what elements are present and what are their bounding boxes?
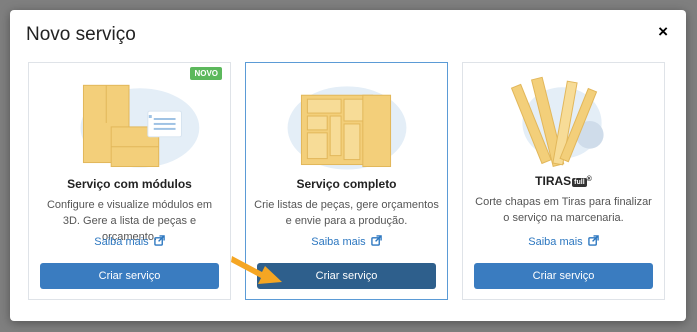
card-title: Serviço completo <box>296 177 397 191</box>
tiras-logo-reg: ® <box>586 176 592 183</box>
modal-title: Novo serviço <box>26 24 136 45</box>
learn-more-link[interactable]: Saiba mais <box>246 235 447 248</box>
learn-more-link[interactable]: Saiba mais <box>463 235 664 248</box>
external-link-icon <box>370 235 382 246</box>
card-service-tiras: TIRAS full ® Corte chapas em Tiras para fi… <box>462 62 665 300</box>
learn-more-link[interactable]: Saiba mais <box>29 235 230 248</box>
close-icon[interactable]: × <box>658 23 668 40</box>
complete-service-illustration <box>287 86 407 170</box>
pointer-arrow-icon <box>231 256 282 284</box>
tiras-logo-text: TIRAS <box>535 174 572 188</box>
new-service-modal: Novo serviço × NOVO Serviço com módulos … <box>10 10 686 321</box>
learn-more-label: Saiba mais <box>94 236 149 248</box>
modules-illustration <box>80 84 200 168</box>
create-service-button[interactable]: Criar serviço <box>474 263 653 289</box>
learn-more-label: Saiba mais <box>528 236 583 248</box>
tiras-logo: TIRAS full ® <box>463 174 664 188</box>
card-description: Corte chapas em Tiras para finalizar o s… <box>475 196 652 224</box>
tiras-logo-tag: full <box>572 178 587 187</box>
create-service-button[interactable]: Criar serviço <box>40 263 219 289</box>
card-title: Serviço com módulos <box>67 177 192 191</box>
learn-more-label: Saiba mais <box>311 236 366 248</box>
external-link-icon <box>587 235 599 246</box>
card-service-modules: NOVO Serviço com módulos Configure e vis… <box>28 62 231 300</box>
card-description: Crie listas de peças, gere orçamentos e … <box>254 199 439 227</box>
tiras-illustration <box>510 76 604 167</box>
external-link-icon <box>153 235 165 246</box>
